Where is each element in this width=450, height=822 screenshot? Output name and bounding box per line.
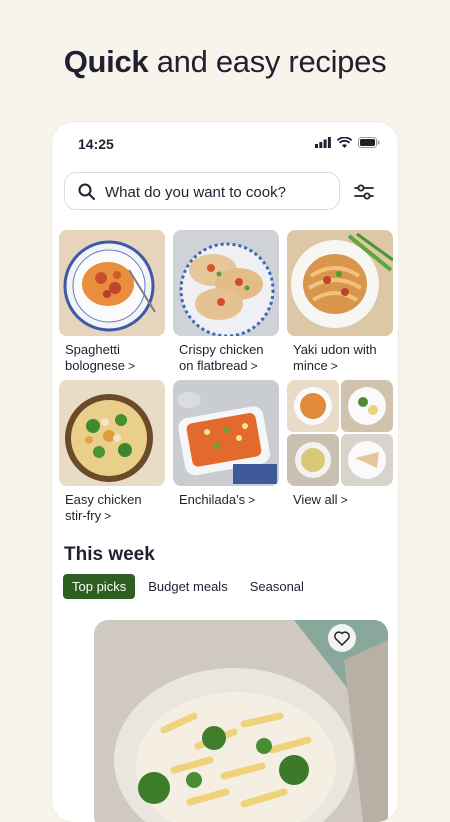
search-input[interactable]: What do you want to cook? [64,172,340,210]
chevron-right-icon: > [104,509,112,523]
recipe-tile-view-all[interactable]: View all > [287,380,393,508]
tab-seasonal[interactable]: Seasonal [241,574,313,599]
recipe-label: Enchilada's > [179,492,256,507]
recipe-tile-spaghetti[interactable]: Spaghetti bolognese > [59,230,165,374]
phone-screen: 14:25 What do you want to cook? Spaghett… [52,122,398,822]
headline-bold: Quick [63,44,149,79]
filter-icon[interactable] [352,180,376,204]
heart-icon [334,630,350,646]
search-placeholder: What do you want to cook? [105,184,286,201]
tab-top-picks[interactable]: Top picks [63,574,136,599]
favorite-button[interactable] [328,624,356,652]
recipe-tile-stir-fry[interactable]: Easy chicken stir-fry > [59,380,165,524]
section-title: This week [64,544,155,565]
wifi-icon [337,137,352,148]
tab-budget-meals[interactable]: Budget meals [139,574,237,599]
chevron-right-icon: > [248,493,256,507]
recipe-label: Spaghetti bolognese > [65,342,136,373]
recipe-tile-yaki-udon[interactable]: Yaki udon with mince > [287,230,393,374]
recipe-tile-crispy-chicken[interactable]: Crispy chicken on flatbread > [173,230,279,374]
recipe-image-enchiladas [173,380,279,486]
status-bar: 14:25 [52,134,398,154]
status-icons [315,137,380,148]
chevron-right-icon: > [250,359,258,373]
recipe-image-crispy-chicken [173,230,279,336]
category-tabs: Top picks Budget meals Seasonal [63,574,317,599]
recipe-label: View all > [293,492,348,507]
chevron-right-icon: > [340,493,348,507]
headline-rest: and easy recipes [148,44,387,79]
recipe-label: Yaki udon with mince > [293,342,377,373]
search-icon [78,183,95,200]
chevron-right-icon: > [330,359,338,373]
recipe-image-collage [287,380,393,486]
recipe-label: Easy chicken stir-fry > [65,492,142,523]
headline: Quick and easy recipes [0,44,450,80]
chevron-right-icon: > [128,359,136,373]
recipe-image-stir-fry [59,380,165,486]
status-time: 14:25 [78,136,114,152]
recipe-image-yaki-udon [287,230,393,336]
battery-icon [358,137,380,148]
recipe-label: Crispy chicken on flatbread > [179,342,264,373]
recipe-tile-enchiladas[interactable]: Enchilada's > [173,380,279,508]
signal-icon [315,137,331,148]
recipe-image-spaghetti [59,230,165,336]
